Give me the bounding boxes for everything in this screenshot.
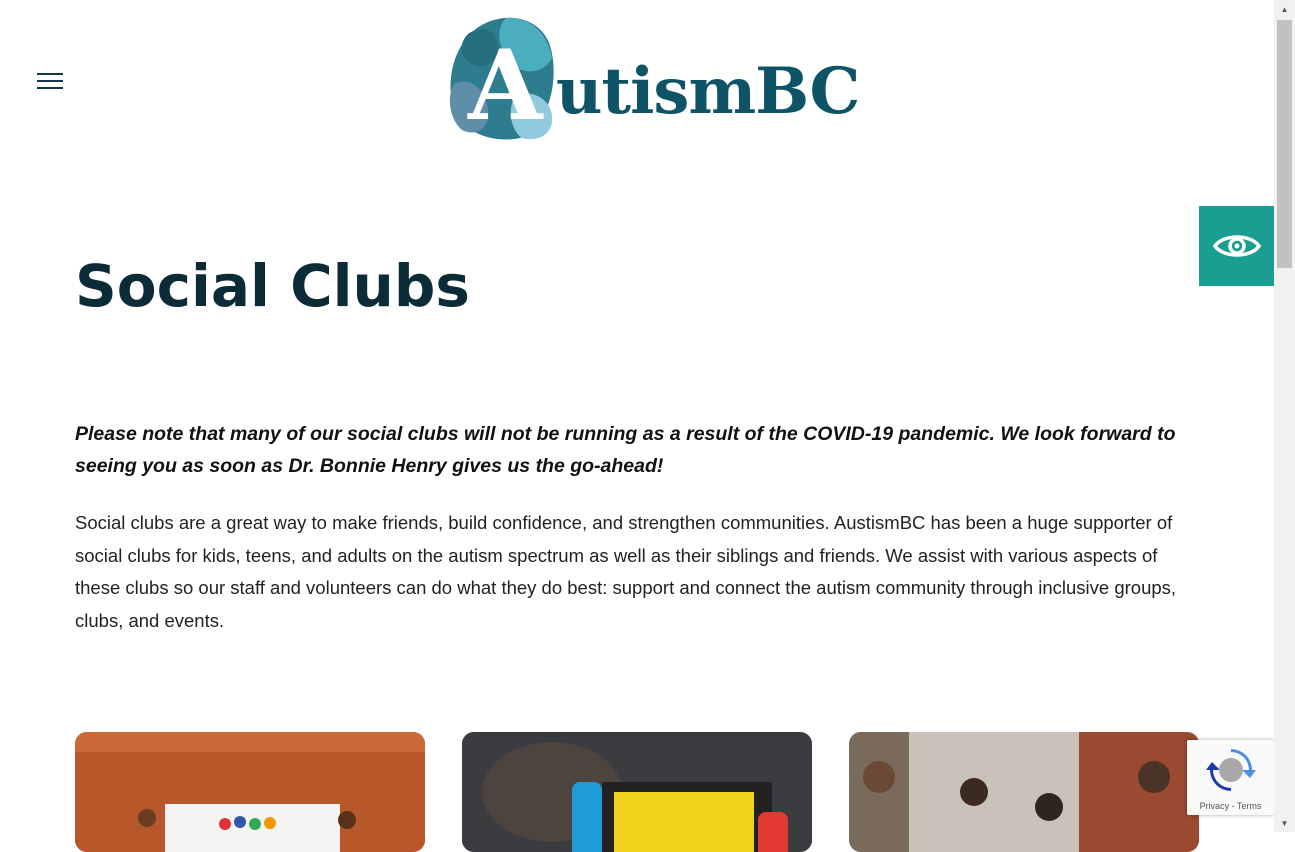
game-console-photo: [462, 732, 812, 852]
club-card-kids[interactable]: [75, 732, 425, 852]
hamburger-menu-icon[interactable]: [37, 70, 64, 92]
covid-notice: Please note that many of our social club…: [75, 423, 1176, 477]
recaptcha-badge[interactable]: Privacy - Terms: [1187, 740, 1274, 815]
logo[interactable]: A utismBC: [448, 14, 860, 142]
recaptcha-links: Privacy - Terms: [1187, 801, 1274, 811]
page-title: Social Clubs: [75, 252, 470, 320]
scroll-up-icon[interactable]: ▲: [1274, 0, 1295, 18]
recaptcha-icon: [1206, 749, 1256, 791]
scrollbar[interactable]: ▲ ▼: [1274, 0, 1295, 832]
scroll-down-icon[interactable]: ▼: [1274, 814, 1295, 832]
scrollbar-thumb[interactable]: [1277, 20, 1292, 268]
eye-icon: [1212, 235, 1261, 257]
recaptcha-separator: -: [1229, 801, 1237, 811]
logo-wordmark: utismBC: [556, 54, 860, 129]
recaptcha-terms-link[interactable]: Terms: [1237, 801, 1262, 811]
group-of-friends-photo: [849, 732, 1199, 852]
kids-with-banner-photo: [75, 732, 425, 852]
club-card-friends[interactable]: [849, 732, 1199, 852]
logo-initial: A: [468, 29, 543, 142]
accessibility-button[interactable]: [1199, 206, 1274, 286]
recaptcha-privacy-link[interactable]: Privacy: [1200, 801, 1230, 811]
intro-paragraph: Social clubs are a great way to make fri…: [75, 512, 1177, 631]
club-card-gaming[interactable]: [462, 732, 812, 852]
